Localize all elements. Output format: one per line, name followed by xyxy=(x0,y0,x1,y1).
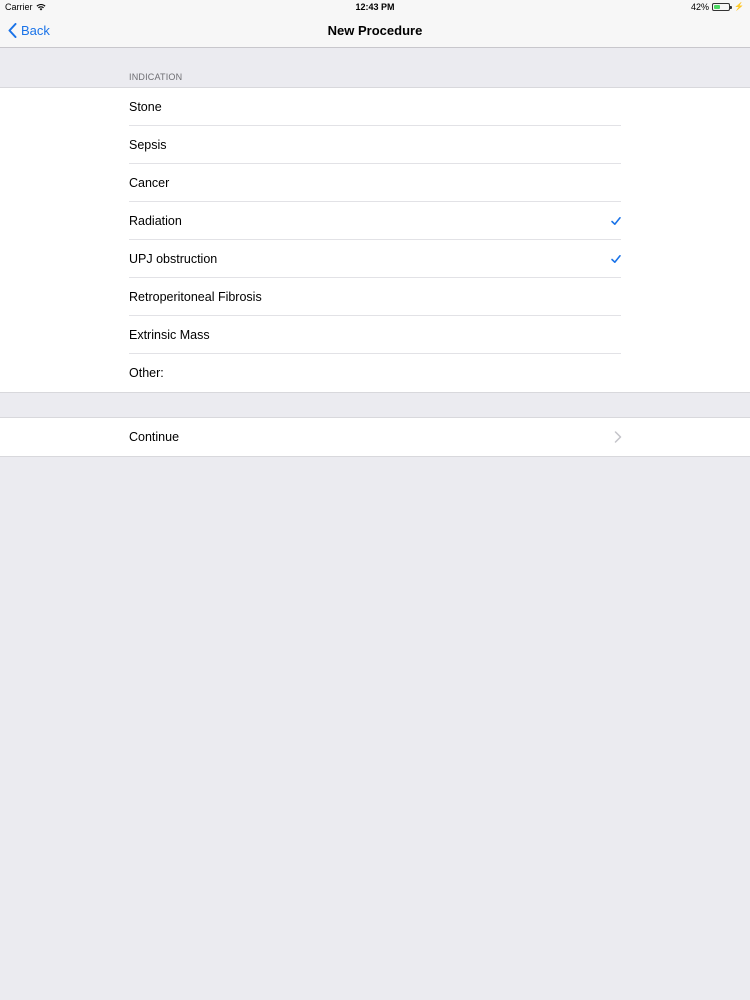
indication-option-label: Retroperitoneal Fibrosis xyxy=(129,290,262,304)
indication-option[interactable]: UPJ obstruction xyxy=(0,240,750,278)
back-label: Back xyxy=(21,23,50,38)
indication-list: Stone Sepsis Cancer Radiation UPJ obstructio… xyxy=(0,87,750,393)
page-title: New Procedure xyxy=(327,23,423,38)
indication-option-label: Stone xyxy=(129,100,162,114)
battery-icon xyxy=(712,3,733,11)
indication-option-label: Sepsis xyxy=(129,138,167,152)
indication-option[interactable]: Retroperitoneal Fibrosis xyxy=(0,278,750,316)
continue-group: Continue xyxy=(0,417,750,457)
bolt-icon: ⚡ xyxy=(734,2,744,11)
chevron-left-icon xyxy=(8,23,17,38)
indication-option[interactable]: Extrinsic Mass xyxy=(0,316,750,354)
checkmark-icon xyxy=(611,255,621,263)
section-header-indication: INDICATION xyxy=(129,72,183,82)
battery-indicator: 42% ⚡ xyxy=(691,0,744,14)
battery-percent: 42% xyxy=(691,2,710,12)
indication-option[interactable]: Stone xyxy=(0,88,750,126)
indication-option-label: UPJ obstruction xyxy=(129,252,218,266)
indication-option-label: Other: xyxy=(129,366,164,380)
indication-option[interactable]: Sepsis xyxy=(0,126,750,164)
back-button[interactable]: Back xyxy=(8,14,50,47)
continue-row[interactable]: Continue xyxy=(0,418,750,456)
status-bar: Carrier 12:43 PM 42% ⚡ xyxy=(0,0,750,14)
indication-option[interactable]: Cancer xyxy=(0,164,750,202)
indication-option-label: Radiation xyxy=(129,214,182,228)
navigation-bar: Back New Procedure xyxy=(0,14,750,48)
indication-option[interactable]: Radiation xyxy=(0,202,750,240)
chevron-right-icon xyxy=(614,431,622,443)
indication-option-label: Cancer xyxy=(129,176,170,190)
battery-level xyxy=(714,5,721,9)
indication-option[interactable]: Other: xyxy=(0,354,750,392)
indication-option-label: Extrinsic Mass xyxy=(129,328,210,342)
continue-label: Continue xyxy=(129,430,180,444)
checkmark-icon xyxy=(611,217,621,225)
status-time: 12:43 PM xyxy=(355,2,395,12)
